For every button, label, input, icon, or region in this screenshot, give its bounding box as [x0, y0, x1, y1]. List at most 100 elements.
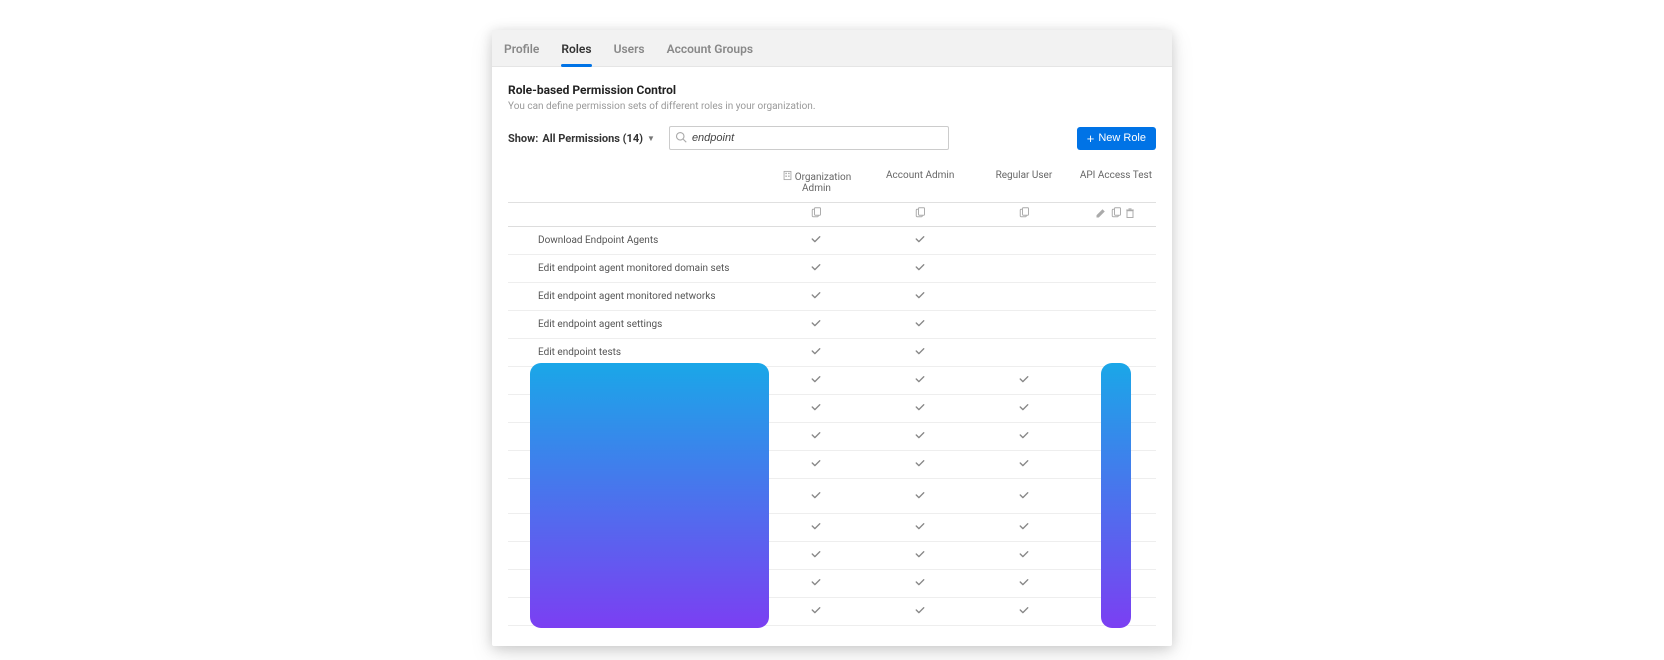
permission-cell: [868, 255, 972, 283]
column-actions: [972, 203, 1076, 227]
table-row: Edit endpoint agent settings: [508, 311, 1156, 339]
table-row: Edit endpoint tests: [508, 339, 1156, 367]
search-input[interactable]: [669, 126, 949, 150]
permission-cell: [765, 423, 869, 451]
permission-cell: [1076, 367, 1156, 395]
table-row: Edit endpoint agent monitored networks: [508, 283, 1156, 311]
show-filter[interactable]: Show: All Permissions (14) ▼: [508, 132, 655, 145]
tab-profile[interactable]: Profile: [504, 30, 539, 66]
permission-cell: [972, 423, 1076, 451]
column-actions: [1076, 203, 1156, 227]
copy-icon[interactable]: [914, 207, 926, 219]
permission-cell: [972, 283, 1076, 311]
new-role-button[interactable]: + New Role: [1077, 127, 1156, 150]
table-row: View endpoint agent monitored networks: [508, 423, 1156, 451]
permission-cell: [1076, 395, 1156, 423]
check-icon: [1018, 548, 1030, 560]
check-icon: [1018, 576, 1030, 588]
permission-cell: [1076, 255, 1156, 283]
check-icon: [810, 233, 822, 245]
check-icon: [1018, 401, 1030, 413]
permission-cell: [765, 367, 869, 395]
permission-cell: [868, 451, 972, 479]
tab-roles[interactable]: Roles: [561, 30, 591, 66]
plus-icon: +: [1087, 132, 1095, 145]
permission-cell: [868, 479, 972, 514]
permission-cell: [972, 255, 1076, 283]
search-icon: [675, 131, 687, 143]
permission-cell: [765, 479, 869, 514]
copy-icon[interactable]: [1110, 207, 1122, 219]
page-title: Role-based Permission Control: [508, 83, 1156, 97]
check-icon: [810, 576, 822, 588]
tab-users[interactable]: Users: [614, 30, 645, 66]
permission-cell: [1076, 542, 1156, 570]
table-row: Edit endpoint agent monitored domain set…: [508, 255, 1156, 283]
tab-account-groups[interactable]: Account Groups: [667, 30, 753, 66]
check-icon: [1018, 373, 1030, 385]
permission-cell: [868, 570, 972, 598]
permission-cell: [868, 339, 972, 367]
check-icon: [914, 345, 926, 357]
delete-icon[interactable]: [1124, 207, 1136, 219]
check-icon: [810, 520, 822, 532]
permission-name: Edit endpoint tests: [508, 339, 765, 367]
permission-name: Edit endpoint agent monitored domain set…: [508, 255, 765, 283]
check-icon: [1018, 429, 1030, 441]
page-subtitle: You can define permission sets of differ…: [508, 101, 1156, 112]
table-row: Download Endpoint Agents: [508, 227, 1156, 255]
permission-cell: [765, 395, 869, 423]
table-row: View endpoint agent settings: [508, 451, 1156, 479]
permission-cell: [972, 598, 1076, 626]
check-icon: [810, 489, 822, 501]
permission-cell: [1076, 283, 1156, 311]
permission-cell: [1076, 423, 1156, 451]
column-header: Account Admin: [868, 164, 972, 203]
permission-cell: [765, 255, 869, 283]
permission-cell: [1076, 339, 1156, 367]
check-icon: [810, 345, 822, 357]
content-area: Role-based Permission Control You can de…: [492, 67, 1172, 646]
edit-icon[interactable]: [1095, 207, 1107, 219]
permissions-table: OrganizationAdminAccount AdminRegular Us…: [508, 164, 1156, 626]
check-icon: [914, 489, 926, 501]
permission-name: View endpoint data that identifies visit…: [508, 570, 765, 598]
permission-cell: [868, 283, 972, 311]
permission-cell: [972, 570, 1076, 598]
check-icon: [914, 604, 926, 616]
copy-icon[interactable]: [1018, 207, 1030, 219]
permission-cell: [765, 451, 869, 479]
search-box: [669, 126, 949, 150]
permission-cell: [765, 542, 869, 570]
check-icon: [1018, 520, 1030, 532]
permission-cell: [868, 367, 972, 395]
check-icon: [1110, 604, 1122, 616]
permission-cell: [868, 227, 972, 255]
table-row: View endpoint agent data: [508, 367, 1156, 395]
show-filter-label: Show:: [508, 132, 538, 145]
show-filter-value: All Permissions (14): [542, 132, 643, 145]
permission-name: View endpoint tests: [508, 598, 765, 626]
permission-cell: [972, 339, 1076, 367]
table-row: View endpoint tests: [508, 598, 1156, 626]
permission-cell: [765, 339, 869, 367]
permission-cell: [1076, 311, 1156, 339]
copy-icon[interactable]: [810, 207, 822, 219]
permission-name: Edit endpoint agent settings: [508, 311, 765, 339]
permission-cell: [1076, 514, 1156, 542]
building-icon: [782, 170, 793, 181]
permission-cell: [972, 395, 1076, 423]
permission-cell: [868, 395, 972, 423]
permission-cell: [868, 311, 972, 339]
column-actions: [765, 203, 869, 227]
permission-cell: [1076, 451, 1156, 479]
check-icon: [1018, 489, 1030, 501]
table-row: View endpoint data that identifies users: [508, 542, 1156, 570]
check-icon: [914, 457, 926, 469]
permission-cell: [972, 311, 1076, 339]
check-icon: [914, 373, 926, 385]
permission-name: View endpoint agent monitored networks: [508, 423, 765, 451]
column-header: OrganizationAdmin: [765, 164, 869, 203]
check-icon: [1110, 429, 1122, 441]
check-icon: [1110, 576, 1122, 588]
